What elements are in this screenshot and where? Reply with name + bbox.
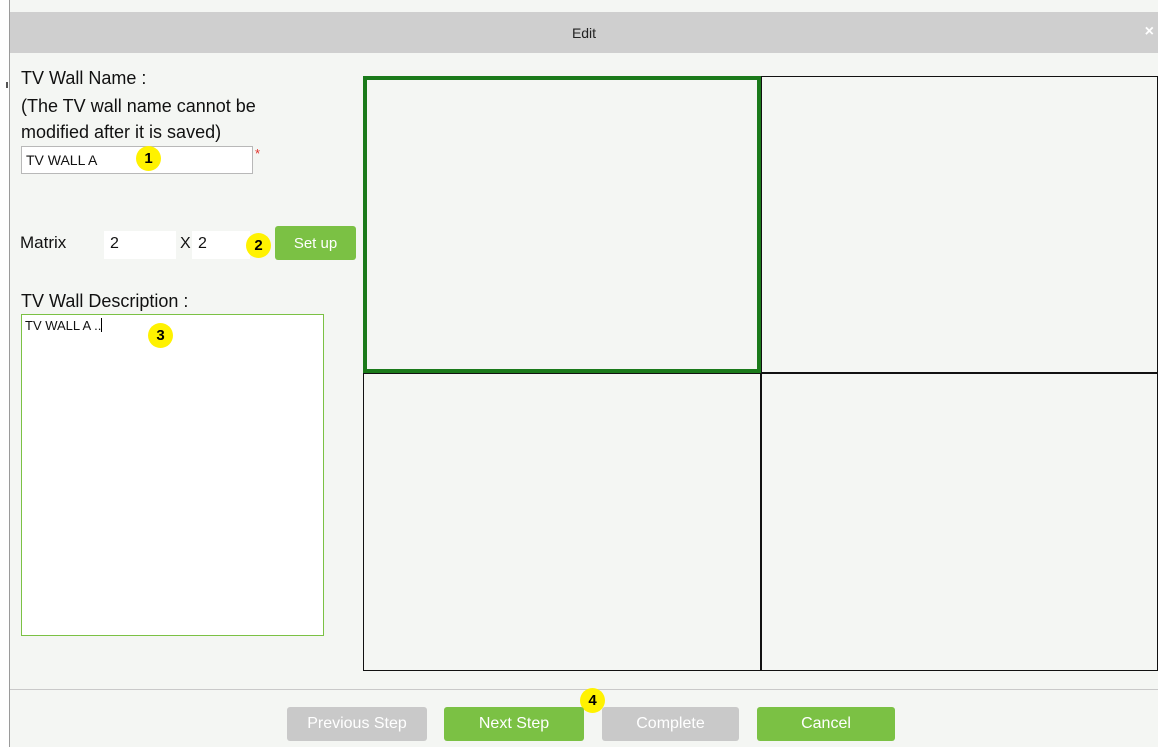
tv-wall-name-hint-line2: modified after it is saved) (21, 122, 222, 142)
tv-wall-name-hint-line1: (The TV wall name cannot be (21, 96, 256, 116)
close-icon[interactable]: × (1145, 23, 1154, 41)
tv-wall-name-label: TV Wall Name : (21, 68, 147, 88)
description-label: TV Wall Description : (21, 291, 189, 311)
wall-screen-cell-r2-c1[interactable] (363, 373, 761, 671)
dialog-titlebar: Edit × (10, 12, 1158, 53)
setup-button[interactable]: Set up (275, 226, 356, 260)
edge-marker (6, 82, 8, 88)
cancel-button[interactable]: Cancel (757, 707, 895, 741)
wall-screen-cell-r1-c2[interactable] (761, 76, 1158, 373)
matrix-cols-input[interactable]: 2 (192, 231, 250, 259)
next-step-button[interactable]: Next Step (444, 707, 584, 741)
description-text: TV WALL A .. (25, 318, 102, 333)
wall-screen-cell-r2-c2[interactable] (761, 373, 1158, 671)
left-window-edge (0, 0, 10, 747)
annotation-badge-1: 1 (136, 146, 161, 171)
complete-button[interactable]: Complete (602, 707, 739, 741)
tv-wall-grid (363, 76, 1158, 671)
matrix-rows-input[interactable]: 2 (104, 231, 176, 259)
wall-screen-cell-r1-c1[interactable] (363, 76, 761, 373)
matrix-label: Matrix (20, 233, 67, 252)
text-caret (101, 318, 103, 332)
dialog-title: Edit (571, 24, 597, 41)
previous-step-button[interactable]: Previous Step (287, 707, 427, 741)
required-marker: * (255, 146, 261, 161)
description-textarea[interactable]: TV WALL A .. (21, 314, 324, 636)
annotation-badge-2: 2 (246, 233, 271, 258)
annotation-badge-3: 3 (148, 323, 173, 348)
